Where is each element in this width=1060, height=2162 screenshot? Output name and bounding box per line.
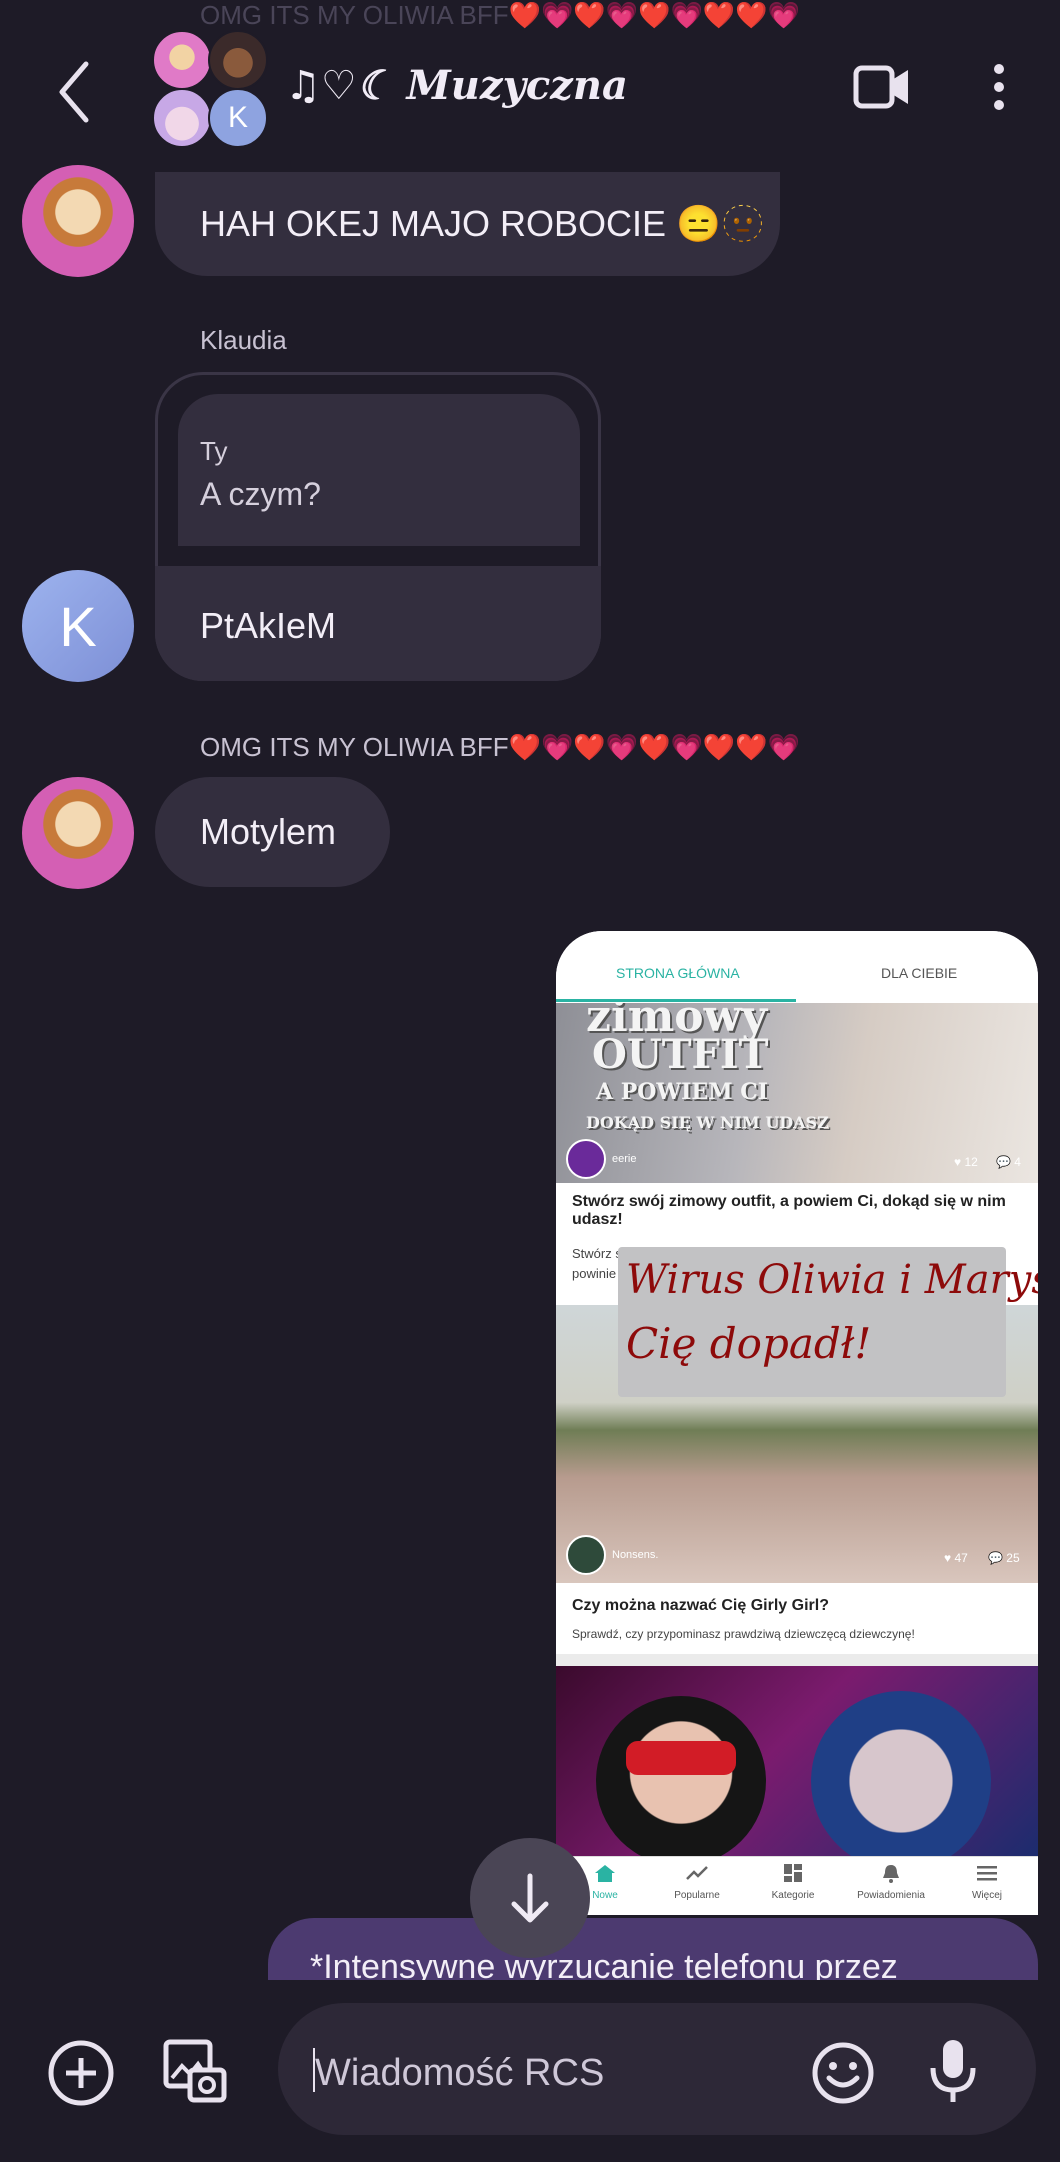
bell-icon [883, 1865, 899, 1883]
quiz-title: Czy można nazwać Cię Girly Girl? [572, 1597, 829, 1614]
author-avatar [566, 1535, 606, 1575]
sender-name: Klaudia [200, 325, 287, 355]
quiz-image: zimowy OUTFIT A POWIEM CI DOKĄD SIĘ W NI… [556, 1003, 1038, 1183]
note-line: Wirus Oliwia i Marysia [626, 1257, 1038, 1303]
quoted-author: Ty [200, 436, 228, 466]
avatar-letter: K [227, 101, 248, 134]
sender-avatar[interactable] [22, 165, 134, 277]
note-line: Cię dopadł! [626, 1319, 872, 1368]
nav-more: Więcej [942, 1863, 1032, 1901]
nav-categories: Kategorie [748, 1863, 838, 1901]
app-bottom-nav: Nowe Popularne Kategorie Powiadomienia W… [556, 1856, 1038, 1915]
microphone-button[interactable] [925, 2036, 981, 2106]
watermark-text: DOKĄD SIĘ W NIM UDASZ [586, 1113, 829, 1132]
home-icon [595, 1865, 615, 1882]
divider [556, 1654, 1038, 1666]
tab-for-you: DLA CIEBIE [881, 965, 958, 981]
avatar-letter: K [59, 594, 97, 658]
nav-notifications: Powiadomienia [846, 1863, 936, 1901]
nav-label: Więcej [971, 1890, 1002, 1901]
arrow-down-icon [511, 1873, 549, 1923]
photo-camera-icon [163, 2039, 227, 2103]
add-attachment-button[interactable] [46, 2038, 116, 2108]
video-call-button[interactable] [852, 62, 912, 112]
trending-icon [686, 1866, 708, 1880]
quiz-image [556, 1666, 1038, 1856]
likes-value: 12 [964, 1155, 978, 1169]
back-button[interactable] [48, 52, 108, 132]
comments-value: 25 [1006, 1551, 1020, 1565]
avatar [152, 30, 212, 90]
message-bubble[interactable]: HAH OKEJ MAJO ROBOCIE 😑🫥 [155, 172, 780, 276]
likes-value: 47 [954, 1551, 968, 1565]
grid-icon [784, 1864, 802, 1882]
nav-label: Powiadomienia [857, 1890, 925, 1901]
message-text: *Intensywne wyrzucanie telefonu przez [310, 1948, 898, 1980]
nav-popular: Popularne [652, 1863, 742, 1901]
quoted-message[interactable] [178, 394, 580, 546]
comments-count: 💬 4 [996, 1155, 1021, 1169]
quiz-title: Stwórz swój zimowy outfit, a powiem Ci, … [572, 1193, 1006, 1228]
back-arrow-icon [59, 61, 89, 123]
add-circle-icon [48, 2040, 114, 2106]
gallery-button[interactable] [160, 2036, 230, 2106]
image-attachment[interactable]: STRONA GŁÓWNA DLA CIEBIE zimowy OUTFIT A… [556, 931, 1038, 1915]
quiz-description: powinie [572, 1266, 617, 1281]
sender-name: OMG ITS MY OLIWIA BFF❤️💗❤️💗❤️💗❤️❤️💗 [200, 732, 801, 762]
message-text: Motylem [200, 811, 337, 852]
app-tabs: STRONA GŁÓWNA DLA CIEBIE [556, 931, 1038, 1004]
author-name: Nonsens. [612, 1549, 659, 1561]
tab-home: STRONA GŁÓWNA [616, 965, 740, 981]
comments-value: 4 [1014, 1155, 1021, 1169]
video-camera-icon [853, 65, 908, 109]
likes-count: ♥ 12 [954, 1155, 978, 1169]
more-options-button[interactable] [985, 62, 1013, 112]
likes-count: ♥ 47 [944, 1551, 968, 1565]
chat-title[interactable]: ♫♡☾ 𝑴𝒖𝒛𝒚𝒄𝒛𝒏𝒂 [285, 62, 628, 109]
nav-label: Popularne [674, 1890, 720, 1901]
message-input-placeholder: Wiadomość RCS [315, 2052, 605, 2094]
message-bubble[interactable]: Motylem [155, 777, 390, 887]
comments-count: 💬 25 [988, 1551, 1020, 1565]
avatar: K [208, 88, 268, 148]
more-vert-icon [994, 64, 1004, 110]
microphone-icon [930, 2040, 976, 2102]
menu-icon [977, 1866, 997, 1881]
quiz-description: Stwórz s [572, 1246, 622, 1261]
message-text: HAH OKEJ MAJO ROBOCIE 😑🫥 [200, 203, 766, 244]
sender-avatar[interactable]: K [22, 570, 134, 682]
scroll-to-bottom-button[interactable] [470, 1838, 590, 1958]
avatar [208, 30, 268, 90]
nav-label: Kategorie [771, 1890, 815, 1901]
group-avatars[interactable]: K [150, 28, 275, 148]
quoted-text: A czym? [200, 476, 321, 512]
emoji-button[interactable] [810, 2040, 876, 2106]
handwritten-note: Wirus Oliwia i Marysia Cię dopadł! [618, 1247, 1038, 1397]
sender-avatar[interactable] [22, 777, 134, 889]
avatar [152, 88, 212, 148]
watermark-text: A POWIEM CI [596, 1079, 769, 1105]
author-name: eerie [612, 1153, 637, 1165]
tab-indicator [556, 999, 796, 1002]
message-text: PtAkIeM [200, 605, 337, 646]
chat-header: K ♫♡☾ 𝑴𝒖𝒛𝒚𝒄𝒛𝒏𝒂 [0, 0, 1060, 175]
watermark-text: OUTFIT [592, 1031, 769, 1078]
quiz-description: Sprawdź, czy przypominasz prawdziwą dzie… [572, 1627, 915, 1641]
author-avatar [566, 1139, 606, 1179]
emoji-icon [812, 2042, 874, 2104]
